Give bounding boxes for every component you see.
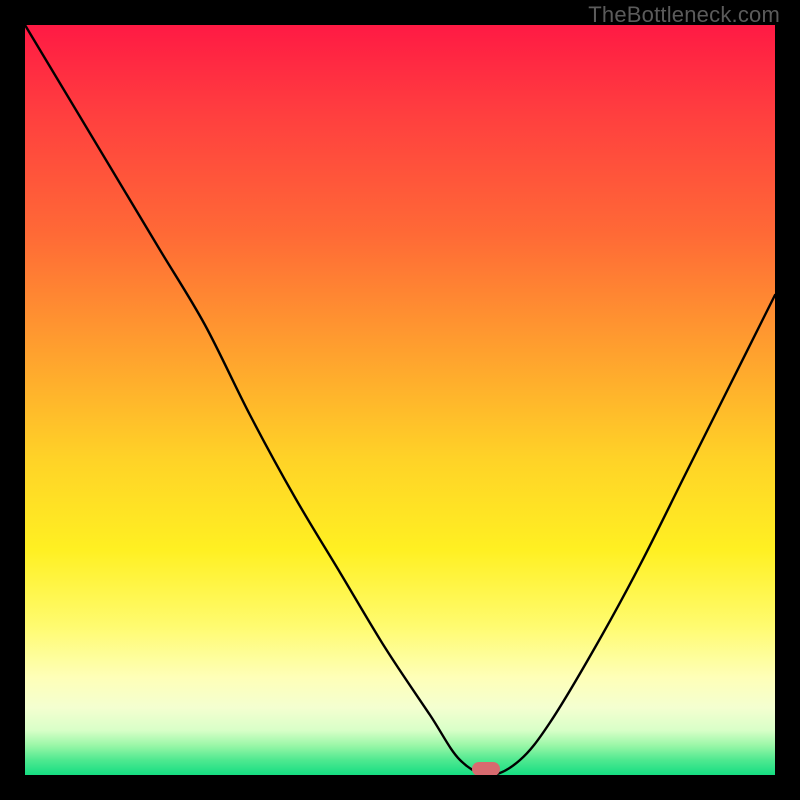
optimal-marker-icon — [472, 762, 500, 775]
bottleneck-curve — [25, 25, 775, 775]
plot-area — [25, 25, 775, 775]
chart-frame: TheBottleneck.com — [0, 0, 800, 800]
